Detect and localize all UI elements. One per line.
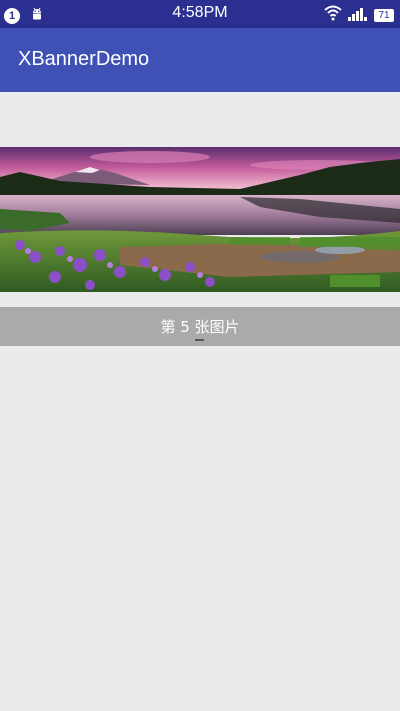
- status-right-icons: 71: [324, 5, 394, 25]
- app-bar: XBannerDemo: [0, 28, 400, 92]
- battery-icon: 71: [374, 8, 394, 22]
- banner-caption: 第 5 张图片: [160, 318, 240, 336]
- app-title: XBannerDemo: [18, 48, 150, 70]
- status-bar: 1 4:58PM 71: [0, 0, 400, 28]
- wifi-icon: [324, 5, 342, 25]
- landscape-mountain-lake-icon: [0, 147, 400, 292]
- signal-icon: [348, 6, 368, 25]
- banner-page-indicator[interactable]: [195, 339, 204, 341]
- banner-image[interactable]: [0, 147, 400, 292]
- main-content: 第 5 张图片: [0, 92, 400, 711]
